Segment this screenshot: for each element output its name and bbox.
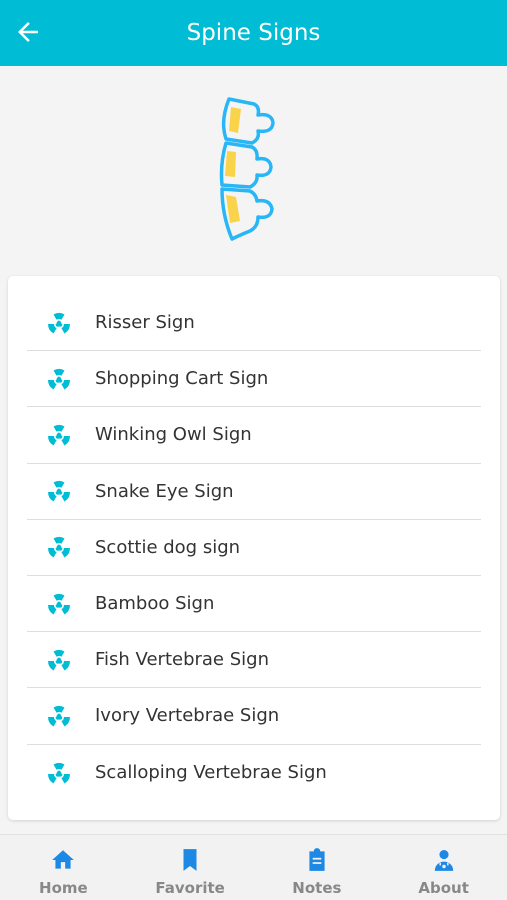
nav-about[interactable]: About <box>380 835 507 900</box>
nav-home-label: Home <box>39 879 88 897</box>
list-item[interactable]: Risser Sign <box>27 295 481 352</box>
hero-section <box>0 66 507 274</box>
list-item-label: Scalloping Vertebrae Sign <box>95 762 327 784</box>
radiation-icon <box>45 533 73 561</box>
list-item[interactable]: Shopping Cart Sign <box>27 351 481 408</box>
radiation-icon <box>45 309 73 337</box>
radiation-icon <box>45 421 73 449</box>
list-item-label: Risser Sign <box>95 312 195 334</box>
app-bar: Spine Signs <box>0 0 507 66</box>
arrow-left-icon <box>18 22 38 42</box>
signs-list: Risser Sign Shopping Cart Sign Winking Owl… <box>8 276 500 820</box>
list-item[interactable]: Winking Owl Sign <box>27 407 481 464</box>
radiation-icon <box>45 646 73 674</box>
back-button[interactable] <box>10 14 46 50</box>
list-item-label: Scottie dog sign <box>95 536 241 558</box>
nav-notes[interactable]: Notes <box>254 835 381 900</box>
list-item-label: Fish Vertebrae Sign <box>95 649 269 671</box>
list-item[interactable]: Bamboo Sign <box>27 576 481 633</box>
list-item-label: Winking Owl Sign <box>95 424 252 446</box>
clipboard-icon <box>304 847 330 873</box>
list-item[interactable]: Scalloping Vertebrae Sign <box>27 745 481 801</box>
home-icon <box>50 847 76 873</box>
list-item-label: Ivory Vertebrae Sign <box>95 705 280 727</box>
list-item-label: Snake Eye Sign <box>95 480 234 502</box>
list-item[interactable]: Fish Vertebrae Sign <box>27 632 481 689</box>
list-item-label: Shopping Cart Sign <box>95 368 269 390</box>
list-item[interactable]: Scottie dog sign <box>27 520 481 576</box>
nav-favorite-label: Favorite <box>155 879 225 897</box>
radiation-icon <box>45 365 73 393</box>
list-item-label: Bamboo Sign <box>95 593 215 615</box>
radiation-icon <box>45 702 73 730</box>
radiation-icon <box>45 759 73 787</box>
bookmark-icon <box>177 847 203 873</box>
nav-home[interactable]: Home <box>0 835 127 900</box>
radiation-icon <box>45 477 73 505</box>
list-item[interactable]: Snake Eye Sign <box>27 464 481 520</box>
nav-favorite[interactable]: Favorite <box>127 835 254 900</box>
bottom-navigation: Home Favorite Notes About <box>0 834 507 900</box>
nav-notes-label: Notes <box>292 879 342 897</box>
nav-about-label: About <box>418 879 469 897</box>
page-title: Spine Signs <box>186 20 321 46</box>
list-item[interactable]: Ivory Vertebrae Sign <box>27 688 481 745</box>
spine-illustration <box>219 97 275 241</box>
radiation-icon <box>45 590 73 618</box>
doctor-icon <box>431 847 457 873</box>
